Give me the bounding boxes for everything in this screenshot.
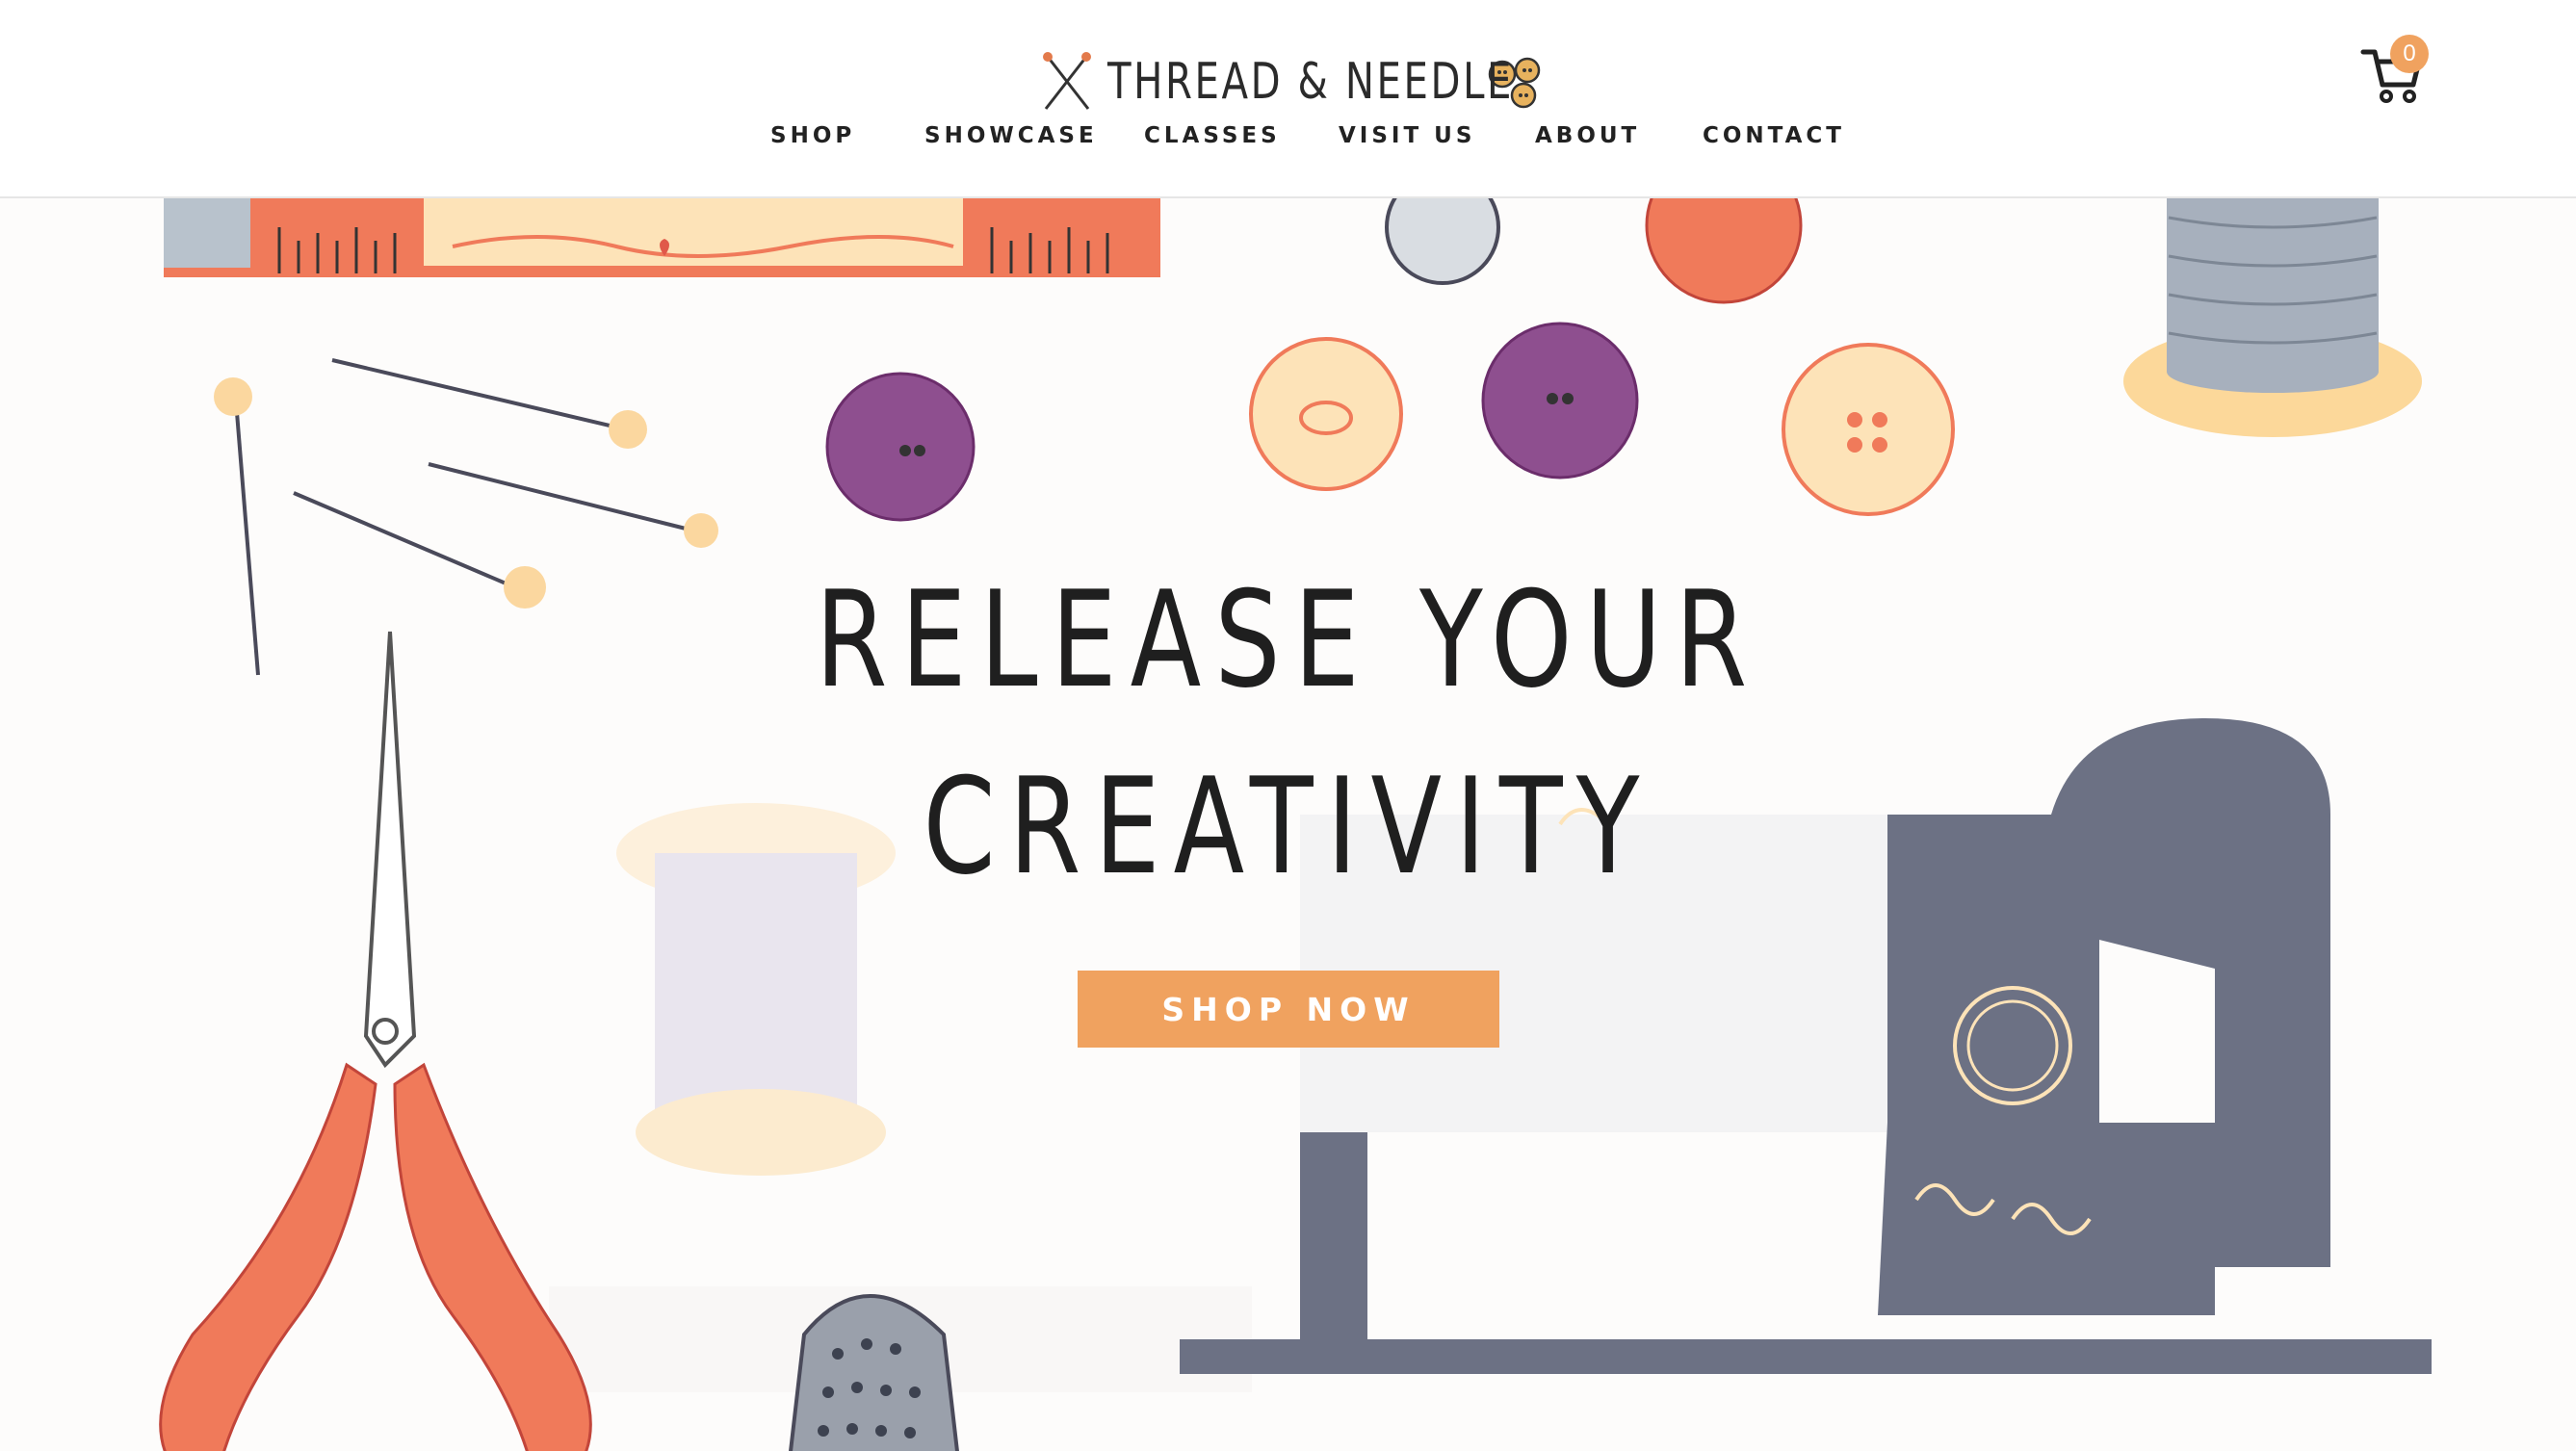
nav-showcase[interactable]: SHOWCASE (924, 123, 1098, 148)
shop-now-button[interactable]: SHOP NOW (1078, 971, 1499, 1048)
main-nav: SHOP SHOWCASE CLASSES VISIT US ABOUT CON… (0, 123, 2576, 166)
brand-name: THREAD & NEEDLE (1107, 53, 1515, 111)
nav-about[interactable]: ABOUT (1535, 123, 1640, 148)
hero-section: RELEASE YOUR CREATIVITY (0, 198, 2576, 1451)
nav-contact[interactable]: CONTACT (1703, 123, 1845, 148)
site-logo[interactable]: THREAD & NEEDLE (1040, 48, 1545, 116)
nav-visit-us[interactable]: VISIT US (1339, 123, 1475, 148)
nav-classes[interactable]: CLASSES (1144, 123, 1281, 148)
tape-measure-illustration (164, 198, 1160, 277)
scissors-illustration (159, 631, 592, 1451)
site-header: THREAD & NEEDLE SHOP SHOWCASE CLASSES VI… (0, 0, 2576, 198)
cart-count-badge: 0 (2390, 35, 2429, 73)
spool-top-right (2123, 198, 2422, 437)
nav-shop[interactable]: SHOP (770, 123, 855, 148)
hero-title-line2: CREATIVITY (923, 749, 1653, 904)
crossed-needles-icon (1043, 52, 1091, 110)
hero-title-line1: RELEASE YOUR (815, 562, 1761, 717)
